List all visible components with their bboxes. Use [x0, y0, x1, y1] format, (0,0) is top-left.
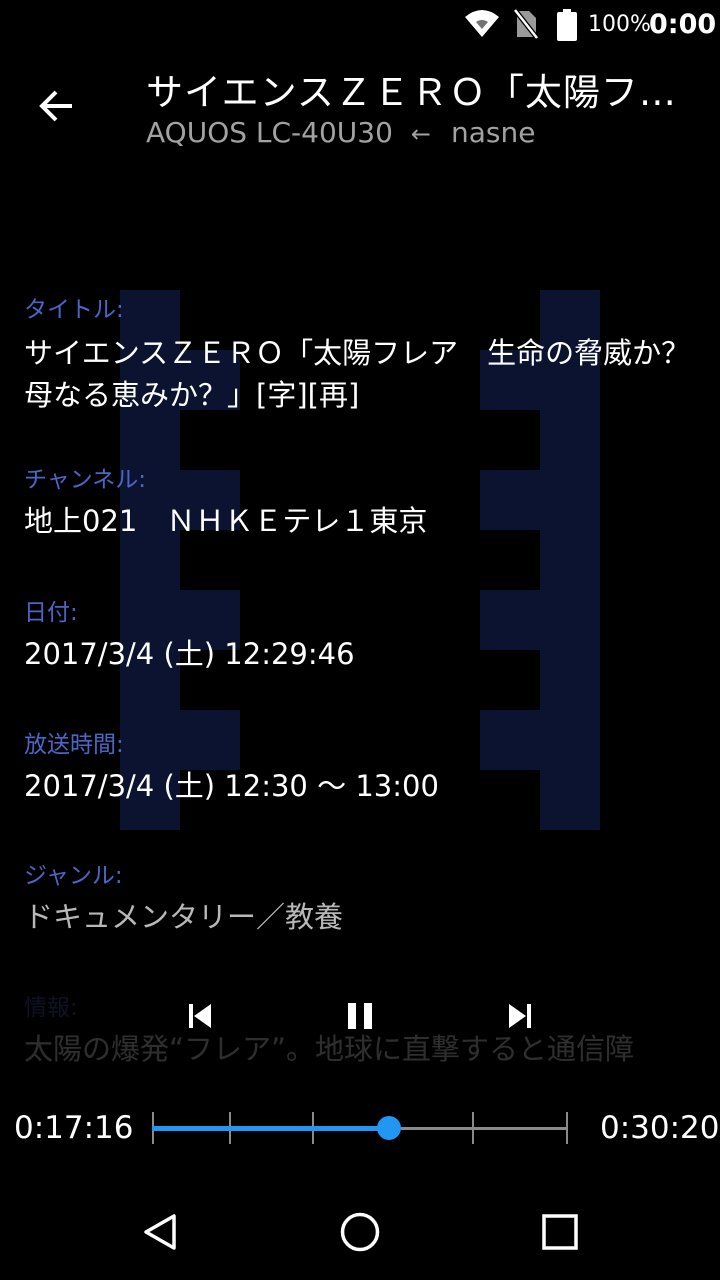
date-label: 日付:	[24, 600, 78, 626]
skip-previous-icon	[189, 1004, 211, 1028]
date-value: 2017/3/4 (土) 12:29:46	[24, 637, 355, 671]
source-line: AQUOS LC-40U30 ← nasne	[146, 116, 536, 149]
pause-button[interactable]	[340, 996, 380, 1036]
page-title: サイエンスＺＥＲＯ「太陽フレア 生命の脅威か？母なる恵みか？」[字][再]	[146, 71, 706, 114]
genre-value: ドキュメンタリー／教養	[24, 900, 344, 934]
title-value: サイエンスＺＥＲＯ「太陽フレア 生命の脅威か？母なる恵みか？」[字][再]	[24, 336, 691, 412]
chapter-mark	[566, 1112, 568, 1144]
elapsed-time: 0:17:16	[14, 1110, 134, 1146]
source-name: nasne	[451, 116, 536, 149]
screen: 100% 0:00 サイエンスＺＥＲＯ「太陽フレア 生命の脅威か？母なる恵みか？…	[0, 0, 720, 1280]
back-triangle-icon	[144, 1214, 176, 1250]
airtime-value: 2017/3/4 (土) 12:30 〜 13:00	[24, 769, 439, 803]
nav-home-button[interactable]	[324, 1196, 396, 1268]
battery-percent: 100%	[588, 12, 651, 37]
back-button[interactable]	[22, 72, 90, 140]
battery-icon	[556, 9, 578, 45]
chapter-mark	[472, 1112, 475, 1144]
arrow-left-icon	[39, 90, 72, 122]
channel-value: 地上021 ＮＨＫＥテレ１東京	[24, 504, 428, 538]
seek-progress	[152, 1126, 389, 1131]
nav-recents-button[interactable]	[524, 1196, 596, 1268]
status-clock: 0:00	[649, 9, 717, 40]
previous-button[interactable]	[180, 996, 220, 1036]
info-label: 情報:	[24, 995, 78, 1021]
channel-label: チャンネル:	[24, 467, 147, 493]
title-label: タイトル:	[24, 297, 124, 323]
next-button[interactable]	[500, 996, 540, 1036]
home-circle-icon	[340, 1212, 380, 1252]
total-time: 0:30:20	[600, 1110, 720, 1146]
source-arrow: ←	[410, 120, 432, 148]
recents-square-icon	[542, 1214, 578, 1250]
seek-thumb[interactable]	[376, 1116, 401, 1140]
device-name: AQUOS LC-40U30	[146, 116, 393, 149]
pause-icon	[348, 1003, 372, 1029]
nav-back-button[interactable]	[124, 1196, 196, 1268]
wifi-icon	[464, 9, 500, 43]
genre-label: ジャンル:	[24, 863, 123, 889]
no-sim-icon	[513, 8, 539, 43]
airtime-label: 放送時間:	[24, 732, 124, 758]
seek-bar[interactable]	[152, 1108, 568, 1148]
skip-next-icon	[509, 1004, 531, 1028]
status-bar: 100% 0:00	[0, 0, 720, 50]
